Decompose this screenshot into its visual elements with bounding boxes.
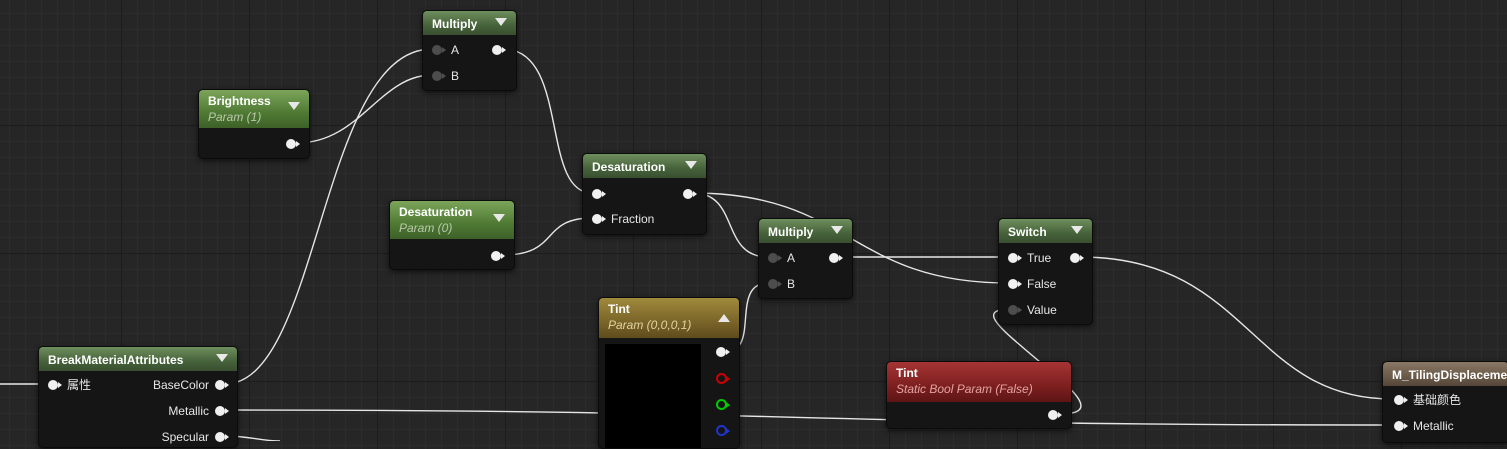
- node-subtitle: Static Bool Param (False): [896, 382, 1033, 396]
- pin-label-true: True: [1027, 251, 1052, 265]
- pin-label-false: False: [1027, 277, 1057, 291]
- node-title: Desaturation: [592, 160, 666, 174]
- input-pin-b[interactable]: [432, 71, 446, 81]
- node-header[interactable]: Multiply: [423, 11, 516, 35]
- collapse-arrow-icon[interactable]: [288, 102, 300, 110]
- input-pin-b[interactable]: [768, 279, 782, 289]
- input-pin-a[interactable]: [768, 253, 782, 263]
- pin-label-attributes: 属性: [67, 378, 92, 392]
- output-pin[interactable]: [1070, 253, 1084, 263]
- node-title: Multiply: [432, 17, 478, 31]
- input-pin-fraction[interactable]: [592, 214, 606, 224]
- switch-node[interactable]: Switch True False Value: [998, 218, 1093, 325]
- pin-label-a: A: [451, 43, 460, 57]
- collapse-arrow-icon[interactable]: [495, 18, 507, 26]
- wire-switch-to-result: [1079, 256, 1393, 400]
- material-result-node[interactable]: M_TilingDisplacement 基础颜色 Metallic: [1382, 361, 1507, 443]
- pin-label-b: B: [787, 277, 796, 291]
- output-pin-r[interactable]: [716, 373, 730, 384]
- input-pin-attributes[interactable]: [48, 380, 62, 390]
- desaturation-param-node[interactable]: Desaturation Param (0): [389, 200, 515, 270]
- node-title: Tint: [896, 366, 918, 380]
- node-header[interactable]: Desaturation Param (0): [390, 201, 514, 239]
- collapse-arrow-icon[interactable]: [718, 314, 730, 322]
- pin-label-value: Value: [1027, 303, 1057, 317]
- node-header[interactable]: Multiply: [759, 219, 852, 243]
- node-subtitle: Param (1): [208, 110, 262, 124]
- node-header[interactable]: Desaturation: [583, 154, 706, 178]
- tint-static-bool-param-node[interactable]: Tint Static Bool Param (False): [886, 361, 1072, 429]
- output-pin-basecolor[interactable]: [215, 380, 229, 390]
- output-pin[interactable]: [492, 45, 506, 55]
- output-pin-b[interactable]: [716, 425, 730, 436]
- node-header[interactable]: Tint Param (0,0,0,1): [599, 298, 739, 338]
- node-title: Brightness: [208, 94, 271, 108]
- input-pin-basecolor[interactable]: [1394, 395, 1408, 405]
- collapse-arrow-icon[interactable]: [493, 214, 505, 222]
- pin-label-a: A: [787, 251, 796, 265]
- output-pin[interactable]: [286, 139, 300, 149]
- node-subtitle: Param (0): [399, 221, 453, 235]
- output-pin-g[interactable]: [716, 399, 730, 410]
- input-pin-value[interactable]: [1008, 305, 1022, 315]
- output-pin-metallic[interactable]: [215, 406, 229, 416]
- collapse-arrow-icon[interactable]: [1071, 226, 1083, 234]
- wire-metallic-to-result: [224, 409, 1393, 426]
- node-subtitle: Param (0,0,0,1): [608, 318, 692, 332]
- node-header[interactable]: BreakMaterialAttributes: [39, 347, 237, 371]
- brightness-param-node[interactable]: Brightness Param (1): [198, 89, 310, 159]
- pin-label-metallic: Metallic: [1413, 419, 1454, 433]
- pin-label-basecolor: BaseColor: [152, 378, 209, 392]
- collapse-arrow-icon[interactable]: [216, 354, 228, 362]
- node-header[interactable]: M_TilingDisplacement: [1383, 362, 1507, 386]
- multiply-node-mid[interactable]: Multiply A B: [758, 218, 853, 299]
- output-pin[interactable]: [829, 253, 843, 263]
- node-title: Multiply: [768, 225, 814, 239]
- output-pin[interactable]: [1048, 410, 1062, 420]
- desaturation-node[interactable]: Desaturation Fraction: [582, 153, 707, 235]
- input-pin[interactable]: [592, 189, 606, 199]
- wire-brightness-to-multiply-b: [296, 74, 433, 144]
- output-pin[interactable]: [683, 189, 697, 199]
- pin-label-b: B: [451, 69, 460, 83]
- collapse-arrow-icon[interactable]: [685, 161, 697, 169]
- color-preview-swatch: [605, 344, 701, 448]
- node-title: Desaturation: [399, 205, 473, 219]
- node-header[interactable]: Brightness Param (1): [199, 90, 309, 128]
- wire-desatparam-to-fraction: [502, 217, 593, 256]
- input-pin-false[interactable]: [1008, 279, 1022, 289]
- collapse-arrow-icon[interactable]: [831, 226, 843, 234]
- node-title: Switch: [1008, 225, 1047, 239]
- output-pin[interactable]: [491, 251, 505, 261]
- input-pin-a[interactable]: [432, 45, 446, 55]
- tint-vector-param-node[interactable]: Tint Param (0,0,0,1): [598, 297, 740, 449]
- input-pin-true[interactable]: [1008, 253, 1022, 263]
- node-title: M_TilingDisplacement: [1392, 368, 1507, 382]
- pin-label-fraction: Fraction: [611, 212, 655, 226]
- input-pin-metallic[interactable]: [1394, 421, 1408, 431]
- pin-label-metallic: Metallic: [168, 404, 209, 418]
- multiply-node-top[interactable]: Multiply A B: [422, 10, 517, 91]
- node-header[interactable]: Switch: [999, 219, 1092, 243]
- node-title: BreakMaterialAttributes: [48, 353, 184, 367]
- output-pin-rgba[interactable]: [716, 347, 730, 357]
- node-header[interactable]: Tint Static Bool Param (False): [887, 362, 1071, 402]
- pin-label-specular: Specular: [161, 430, 209, 444]
- break-material-attributes-node[interactable]: BreakMaterialAttributes 属性 BaseColor Met…: [38, 346, 238, 448]
- pin-label-basecolor: 基础颜色: [1413, 393, 1462, 407]
- node-title: Tint: [608, 302, 630, 316]
